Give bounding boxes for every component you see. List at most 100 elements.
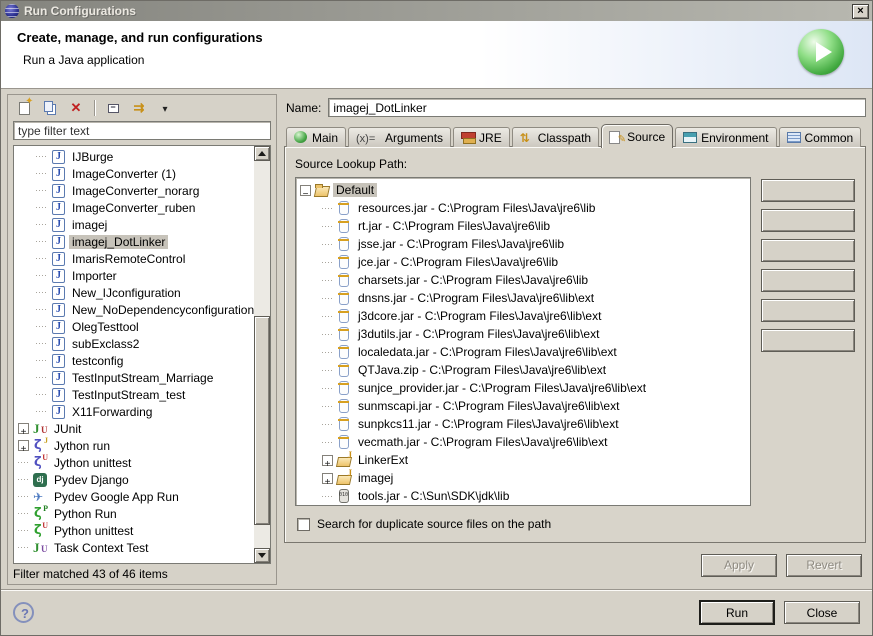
tree-expander-icon[interactable]: [36, 151, 47, 162]
filter-input[interactable]: [13, 121, 271, 140]
side-button-remove[interactable]: [761, 239, 855, 262]
tree-expander-icon[interactable]: [322, 473, 333, 484]
config-tree-item-imarisremotecontrol[interactable]: ImarisRemoteControl: [14, 250, 254, 267]
tree-expander-icon[interactable]: [36, 236, 47, 247]
tree-expander-icon[interactable]: [18, 474, 29, 485]
config-tree-item-imageconverter-ruben[interactable]: ImageConverter_ruben: [14, 199, 254, 216]
config-tree-item-importer[interactable]: Importer: [14, 267, 254, 284]
config-tree-scrollbar[interactable]: [254, 146, 270, 563]
config-tree-item-pydev-google-app-run[interactable]: Pydev Google App Run: [14, 488, 254, 505]
config-tree-item-testinputstream-test[interactable]: TestInputStream_test: [14, 386, 254, 403]
new-config-icon[interactable]: [13, 98, 35, 118]
tree-expander-icon[interactable]: [322, 491, 333, 502]
name-input[interactable]: [328, 98, 866, 117]
apply-button[interactable]: Apply: [701, 554, 777, 577]
tree-expander-icon[interactable]: [322, 311, 333, 322]
source-path-item-charsets-jar-c-program-files-java-jre6-lib[interactable]: charsets.jar - C:\Program Files\Java\jre…: [296, 271, 750, 289]
tree-expander-icon[interactable]: [18, 542, 29, 553]
tree-expander-icon[interactable]: [36, 219, 47, 230]
tree-expander-icon[interactable]: [322, 455, 333, 466]
config-tree-item-jython-run[interactable]: Jython run: [14, 437, 254, 454]
config-tree-item-testinputstream-marriage[interactable]: TestInputStream_Marriage: [14, 369, 254, 386]
tree-expander-icon[interactable]: [322, 419, 333, 430]
config-tree-item-pydev-django[interactable]: Pydev Django: [14, 471, 254, 488]
config-tree-item-ijburge[interactable]: IJBurge: [14, 148, 254, 165]
filter-launch-icon[interactable]: [128, 98, 150, 118]
tree-expander-icon[interactable]: [36, 389, 47, 400]
source-path-item-sunmscapi-jar-c-program-files-java-jre6-lib-ext[interactable]: sunmscapi.jar - C:\Program Files\Java\jr…: [296, 397, 750, 415]
tab-main[interactable]: Main: [286, 127, 346, 147]
config-tree-item-imagej[interactable]: imagej: [14, 216, 254, 233]
collapse-all-icon[interactable]: [102, 98, 124, 118]
tree-expander-icon[interactable]: [36, 253, 47, 264]
source-path-item-j3dcore-jar-c-program-files-java-jre6-lib-ext[interactable]: j3dcore.jar - C:\Program Files\Java\jre6…: [296, 307, 750, 325]
tree-expander-icon[interactable]: [36, 321, 47, 332]
delete-config-icon[interactable]: [65, 98, 87, 118]
tree-expander-icon[interactable]: [36, 372, 47, 383]
source-path-item-vecmath-jar-c-program-files-java-jre6-lib-ext[interactable]: vecmath.jar - C:\Program Files\Java\jre6…: [296, 433, 750, 451]
source-path-item-jsse-jar-c-program-files-java-jre6-lib[interactable]: jsse.jar - C:\Program Files\Java\jre6\li…: [296, 235, 750, 253]
config-tree-item-olegtesttool[interactable]: OlegTesttool: [14, 318, 254, 335]
tree-expander-icon[interactable]: [322, 293, 333, 304]
tree-expander-icon[interactable]: [36, 406, 47, 417]
tree-expander-icon[interactable]: [36, 168, 47, 179]
close-button[interactable]: Close: [784, 601, 860, 624]
tree-expander-icon[interactable]: [36, 185, 47, 196]
tab-jre[interactable]: JRE: [453, 127, 510, 147]
tree-expander-icon[interactable]: [36, 304, 47, 315]
tab-arguments[interactable]: Arguments: [348, 127, 451, 147]
config-tree-item-python-run[interactable]: Python Run: [14, 505, 254, 522]
source-path-item-sunjce-provider-jar-c-program-files-java-jre6-lib-ext[interactable]: sunjce_provider.jar - C:\Program Files\J…: [296, 379, 750, 397]
side-button-down[interactable]: [761, 299, 855, 322]
tree-expander-icon[interactable]: [36, 270, 47, 281]
tab-classpath[interactable]: Classpath: [512, 127, 599, 147]
config-tree-item-x11forwarding[interactable]: X11Forwarding: [14, 403, 254, 420]
tree-expander-icon[interactable]: [322, 275, 333, 286]
tree-expander-icon[interactable]: [36, 287, 47, 298]
tree-expander-icon[interactable]: [18, 457, 29, 468]
config-tree-item-new-nodependencyconfiguration[interactable]: New_NoDependencyconfiguration: [14, 301, 254, 318]
scrollbar-thumb[interactable]: [254, 316, 270, 525]
tree-expander-icon[interactable]: [322, 203, 333, 214]
run-button[interactable]: Run: [699, 600, 775, 625]
tree-expander-icon[interactable]: [36, 355, 47, 366]
window-close-button[interactable]: ×: [852, 4, 869, 19]
config-tree-item-subexclass2[interactable]: subExclass2: [14, 335, 254, 352]
tree-expander-icon[interactable]: [18, 525, 29, 536]
tree-expander-icon[interactable]: [322, 257, 333, 268]
side-button-restore-default[interactable]: [761, 329, 855, 352]
config-tree-item-task-context-test[interactable]: Task Context Test: [14, 539, 254, 556]
tree-expander-icon[interactable]: [322, 347, 333, 358]
scroll-up-icon[interactable]: [254, 146, 270, 161]
config-tree-item-imageconverter-1[interactable]: ImageConverter (1): [14, 165, 254, 182]
tree-expander-icon[interactable]: [18, 440, 29, 451]
tree-expander-icon[interactable]: [322, 239, 333, 250]
scrollbar-track[interactable]: [254, 161, 270, 548]
source-path-item-linkerext[interactable]: LinkerExt: [296, 451, 750, 469]
tree-expander-icon[interactable]: [36, 338, 47, 349]
side-button-add[interactable]: [761, 179, 855, 202]
source-path-root-default[interactable]: Default: [296, 181, 750, 199]
tree-expander-icon[interactable]: [322, 365, 333, 376]
tree-expander-icon[interactable]: [18, 423, 29, 434]
tree-expander-icon[interactable]: [322, 221, 333, 232]
tree-expander-icon[interactable]: [18, 508, 29, 519]
search-duplicates-checkbox[interactable]: [297, 518, 310, 531]
tree-expander-icon[interactable]: [322, 437, 333, 448]
config-tree-item-testconfig[interactable]: testconfig: [14, 352, 254, 369]
tree-expander-icon[interactable]: [36, 202, 47, 213]
source-path-item-dnsns-jar-c-program-files-java-jre6-lib-ext[interactable]: dnsns.jar - C:\Program Files\Java\jre6\l…: [296, 289, 750, 307]
config-tree-item-imageconverter-norarg[interactable]: ImageConverter_norarg: [14, 182, 254, 199]
source-path-item-resources-jar-c-program-files-java-jre6-lib[interactable]: resources.jar - C:\Program Files\Java\jr…: [296, 199, 750, 217]
source-path-item-rt-jar-c-program-files-java-jre6-lib[interactable]: rt.jar - C:\Program Files\Java\jre6\lib: [296, 217, 750, 235]
side-button-up[interactable]: [761, 269, 855, 292]
tab-environment[interactable]: Environment: [675, 127, 776, 147]
pane-sash[interactable]: [277, 94, 284, 585]
tree-expander-icon[interactable]: [322, 329, 333, 340]
tree-expander-icon[interactable]: [322, 401, 333, 412]
config-tree-item-python-unittest[interactable]: Python unittest: [14, 522, 254, 539]
config-tree-item-new-ijconfiguration[interactable]: New_IJconfiguration: [14, 284, 254, 301]
tree-expander-icon[interactable]: [322, 383, 333, 394]
source-path-item-imagej[interactable]: imagej: [296, 469, 750, 487]
menu-arrow-icon[interactable]: [154, 98, 176, 118]
